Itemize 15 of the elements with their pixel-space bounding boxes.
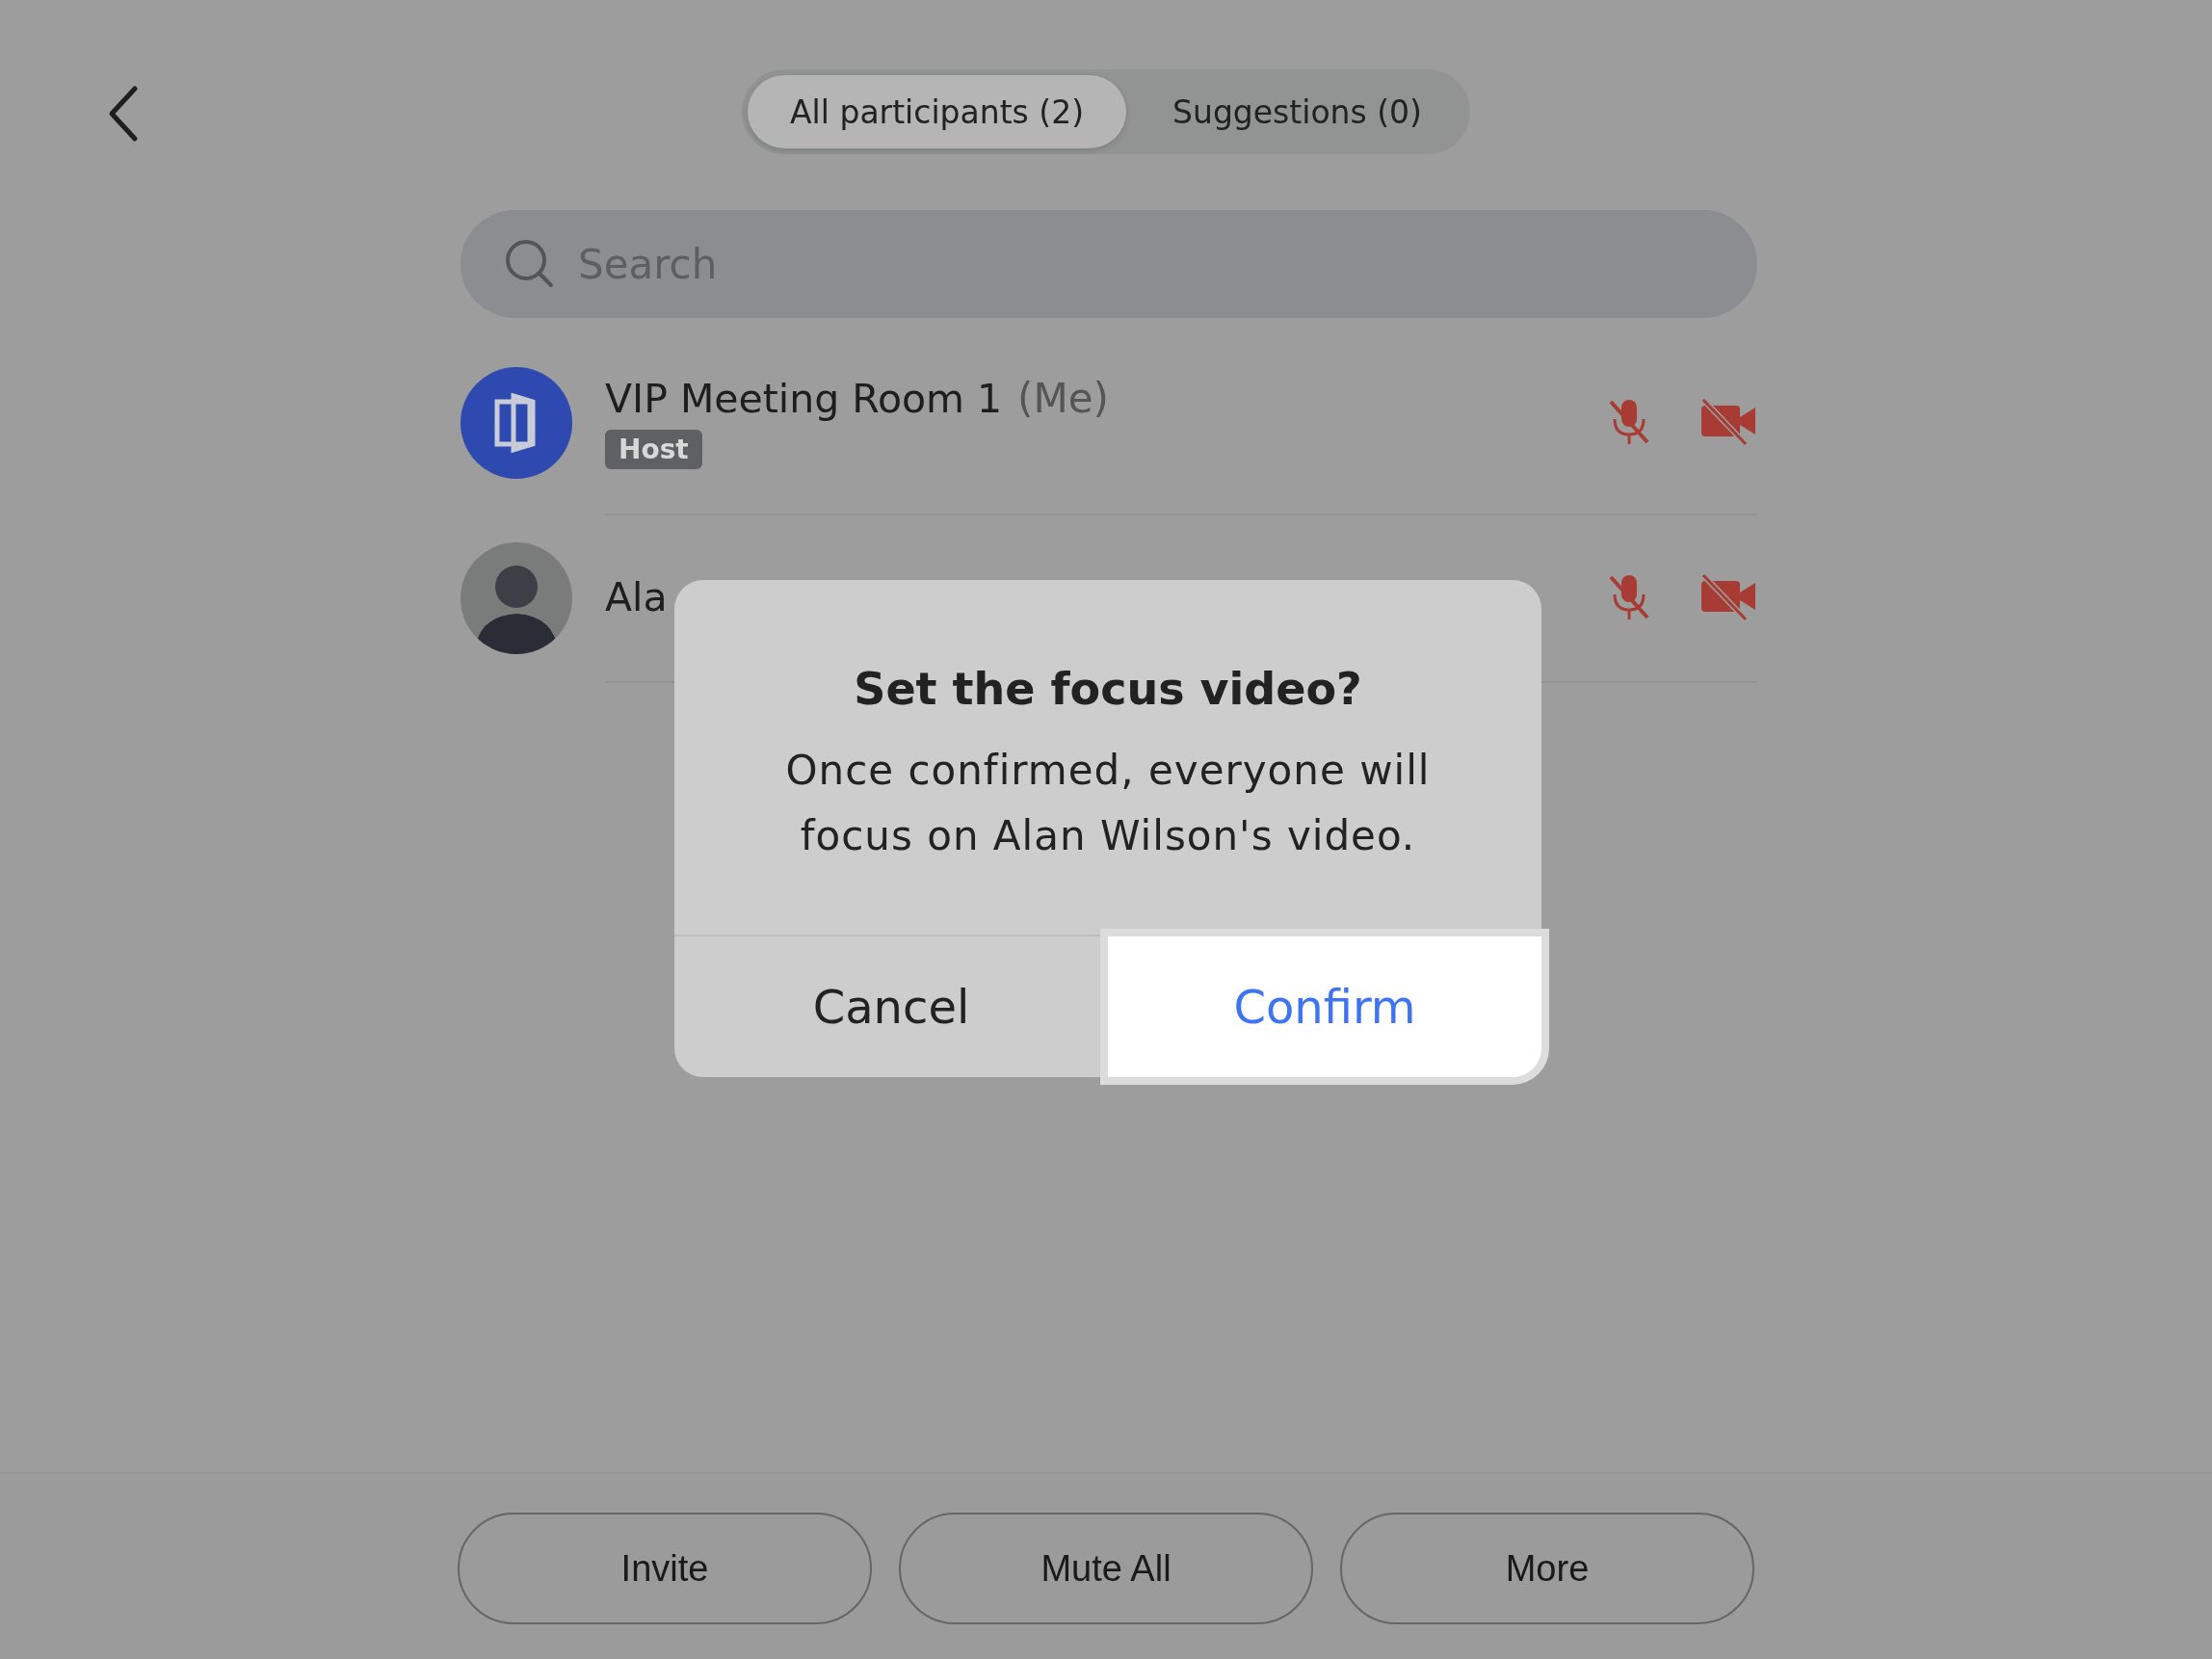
footer-button[interactable]: Mute All bbox=[899, 1513, 1313, 1624]
footer-button[interactable]: Invite bbox=[458, 1513, 872, 1624]
host-badge: Host bbox=[605, 430, 702, 469]
cancel-button[interactable]: Cancel bbox=[674, 936, 1108, 1077]
participant-name: Ala bbox=[605, 574, 668, 620]
participant-name: VIP Meeting Room 1 bbox=[605, 376, 1003, 422]
video-off-icon[interactable] bbox=[1699, 571, 1757, 623]
me-label: (Me) bbox=[1017, 375, 1109, 422]
tab[interactable]: All participants (2) bbox=[748, 75, 1127, 148]
tab[interactable]: Suggestions (0) bbox=[1130, 75, 1464, 148]
dialog-message: Once confirmed, everyone will focus on Alan Wilson's video. bbox=[784, 746, 1432, 861]
room-avatar-icon bbox=[461, 367, 572, 479]
dialog-title: Set the focus video? bbox=[854, 663, 1362, 715]
footer-button[interactable]: More bbox=[1340, 1513, 1754, 1624]
video-off-icon[interactable] bbox=[1699, 396, 1757, 448]
